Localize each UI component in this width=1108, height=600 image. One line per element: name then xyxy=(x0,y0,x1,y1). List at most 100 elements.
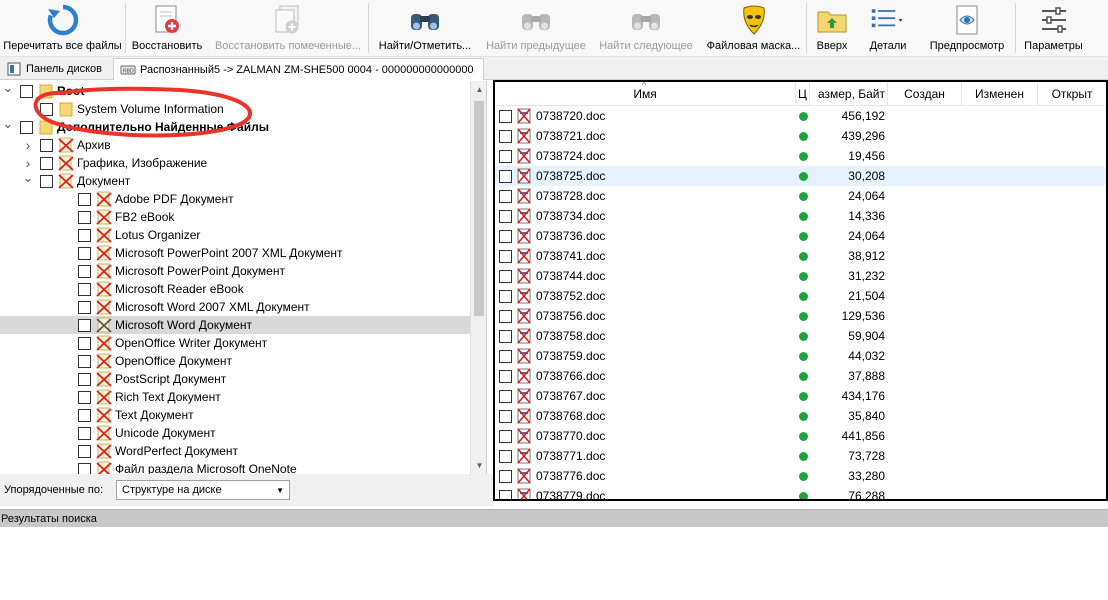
tree-item-checkbox[interactable] xyxy=(40,156,53,170)
settings-button[interactable]: Параметры xyxy=(1016,0,1091,57)
tree-item-checkbox[interactable] xyxy=(78,462,91,474)
find-mark-button[interactable]: Найти/Отметить... xyxy=(369,0,481,57)
tree-item-checkbox[interactable] xyxy=(78,426,91,440)
tree-item[interactable]: WordPerfect Документ xyxy=(0,442,470,460)
file-row[interactable]: 0738734.doc 14,336 xyxy=(495,206,1106,226)
tree-item-checkbox[interactable] xyxy=(40,138,53,152)
file-row[interactable]: 0738725.doc 30,208 xyxy=(495,166,1106,186)
tree-item[interactable]: Microsoft Reader eBook xyxy=(0,280,470,298)
scroll-down-arrow-icon[interactable]: ▼ xyxy=(471,457,486,474)
file-checkbox[interactable] xyxy=(499,310,512,323)
column-header-size[interactable]: азмер, Байт xyxy=(810,82,888,106)
tab-recognized-disk[interactable]: RBD Распознанный5 -> ZALMAN ZM-SHE500 00… xyxy=(113,58,484,80)
file-checkbox[interactable] xyxy=(499,130,512,143)
chevron-right-icon[interactable]: › xyxy=(22,155,34,171)
tree-item[interactable]: › Графика, Изображение xyxy=(0,154,470,172)
file-row[interactable]: 0738736.doc 24,064 xyxy=(495,226,1106,246)
tree-item[interactable]: OpenOffice Writer Документ xyxy=(0,334,470,352)
tree-item[interactable]: Lotus Organizer xyxy=(0,226,470,244)
tree-item-checkbox[interactable] xyxy=(78,192,91,206)
preview-button[interactable]: Предпросмотр xyxy=(919,0,1015,57)
file-mask-button[interactable]: Файловая маска... xyxy=(701,0,806,57)
file-row[interactable]: 0738771.doc 73,728 xyxy=(495,446,1106,466)
chevron-down-icon[interactable]: ⌄ xyxy=(2,116,14,131)
tree-item[interactable]: Microsoft Word 2007 XML Документ xyxy=(0,298,470,316)
file-checkbox[interactable] xyxy=(499,190,512,203)
reread-all-files-button[interactable]: Перечитать все файлы xyxy=(0,0,125,57)
tree-item-checkbox[interactable] xyxy=(40,102,53,116)
file-row[interactable]: 0738767.doc 434,176 xyxy=(495,386,1106,406)
file-checkbox[interactable] xyxy=(499,390,512,403)
chevron-down-icon[interactable]: ⌄ xyxy=(2,81,14,95)
file-row[interactable]: 0738770.doc 441,856 xyxy=(495,426,1106,446)
tree-item-checkbox[interactable] xyxy=(78,408,91,422)
tree-item-checkbox[interactable] xyxy=(78,300,91,314)
file-row[interactable]: 0738752.doc 21,504 xyxy=(495,286,1106,306)
tree-scrollbar-thumb[interactable] xyxy=(474,101,484,316)
file-checkbox[interactable] xyxy=(499,210,512,223)
tree-item-checkbox[interactable] xyxy=(78,318,91,332)
file-checkbox[interactable] xyxy=(499,170,512,183)
tree-item-checkbox[interactable] xyxy=(78,354,91,368)
file-row[interactable]: 0738721.doc 439,296 xyxy=(495,126,1106,146)
details-button[interactable]: Детали xyxy=(857,0,919,57)
file-row[interactable]: 0738744.doc 31,232 xyxy=(495,266,1106,286)
file-checkbox[interactable] xyxy=(499,470,512,483)
tree-item[interactable]: System Volume Information xyxy=(0,100,470,118)
tree-item[interactable]: Microsoft Word Документ xyxy=(0,316,470,334)
column-header-opened[interactable]: Открыт xyxy=(1038,82,1106,106)
tree-item[interactable]: › Архив xyxy=(0,136,470,154)
scroll-up-arrow-icon[interactable]: ▲ xyxy=(471,81,486,98)
column-header-modified[interactable]: Изменен xyxy=(962,82,1038,106)
restore-marked-button[interactable]: Восстановить помеченные... xyxy=(208,0,368,57)
file-row[interactable]: 0738768.doc 35,840 xyxy=(495,406,1106,426)
chevron-right-icon[interactable]: › xyxy=(22,137,34,153)
file-checkbox[interactable] xyxy=(499,150,512,163)
tree-item[interactable]: Microsoft PowerPoint Документ xyxy=(0,262,470,280)
tree-item-checkbox[interactable] xyxy=(20,84,33,98)
tree-item[interactable]: PostScript Документ xyxy=(0,370,470,388)
tree-item-checkbox[interactable] xyxy=(78,444,91,458)
tree-item-checkbox[interactable] xyxy=(78,390,91,404)
tree-item-checkbox[interactable] xyxy=(78,372,91,386)
find-next-button[interactable]: Найти следующее xyxy=(591,0,701,57)
column-header-c[interactable]: Ц xyxy=(796,82,810,106)
file-checkbox[interactable] xyxy=(499,290,512,303)
tree-scrollbar[interactable]: ▲ ▼ xyxy=(470,81,486,474)
search-results-bar[interactable]: Результаты поиска xyxy=(0,509,1108,527)
tree-item[interactable]: FB2 eBook xyxy=(0,208,470,226)
tree-item-checkbox[interactable] xyxy=(40,174,53,188)
file-row[interactable]: 0738756.doc 129,536 xyxy=(495,306,1106,326)
column-header-created[interactable]: Создан xyxy=(888,82,962,106)
file-checkbox[interactable] xyxy=(499,370,512,383)
file-row[interactable]: 0738720.doc 456,192 xyxy=(495,106,1106,126)
file-row[interactable]: 0738776.doc 33,280 xyxy=(495,466,1106,486)
tree-item-checkbox[interactable] xyxy=(78,264,91,278)
tree-item[interactable]: Файл раздела Microsoft OneNote xyxy=(0,460,470,474)
tree-item[interactable]: Adobe PDF Документ xyxy=(0,190,470,208)
file-checkbox[interactable] xyxy=(499,350,512,363)
tree-item[interactable]: Rich Text Документ xyxy=(0,388,470,406)
file-row[interactable]: 0738741.doc 38,912 xyxy=(495,246,1106,266)
file-checkbox[interactable] xyxy=(499,410,512,423)
tree-item-checkbox[interactable] xyxy=(20,120,33,134)
restore-button[interactable]: Восстановить xyxy=(126,0,208,57)
file-list-panel[interactable]: ^ Имя Ц азмер, Байт Создан Изменен Откры… xyxy=(493,80,1108,501)
tab-disks-panel[interactable]: Панель дисков xyxy=(0,58,110,80)
tree-item[interactable]: ⌄ Документ xyxy=(0,170,470,190)
tree-item[interactable]: Unicode Документ xyxy=(0,424,470,442)
tree-item-checkbox[interactable] xyxy=(78,336,91,350)
file-checkbox[interactable] xyxy=(499,450,512,463)
file-checkbox[interactable] xyxy=(499,430,512,443)
file-row[interactable]: 0738759.doc 44,032 xyxy=(495,346,1106,366)
find-previous-button[interactable]: Найти предыдущее xyxy=(481,0,591,57)
tree-item[interactable]: OpenOffice Документ xyxy=(0,352,470,370)
tree-item[interactable]: ⌄ Дополнительно Найденные Файлы xyxy=(0,116,470,136)
column-header-name[interactable]: ^ Имя xyxy=(495,82,796,106)
file-row[interactable]: 0738728.doc 24,064 xyxy=(495,186,1106,206)
file-row[interactable]: 0738779.doc 76,288 xyxy=(495,486,1106,499)
up-button[interactable]: Вверх xyxy=(807,0,857,57)
tree-item-checkbox[interactable] xyxy=(78,210,91,224)
tree-item[interactable]: Microsoft PowerPoint 2007 XML Документ xyxy=(0,244,470,262)
file-checkbox[interactable] xyxy=(499,490,512,499)
